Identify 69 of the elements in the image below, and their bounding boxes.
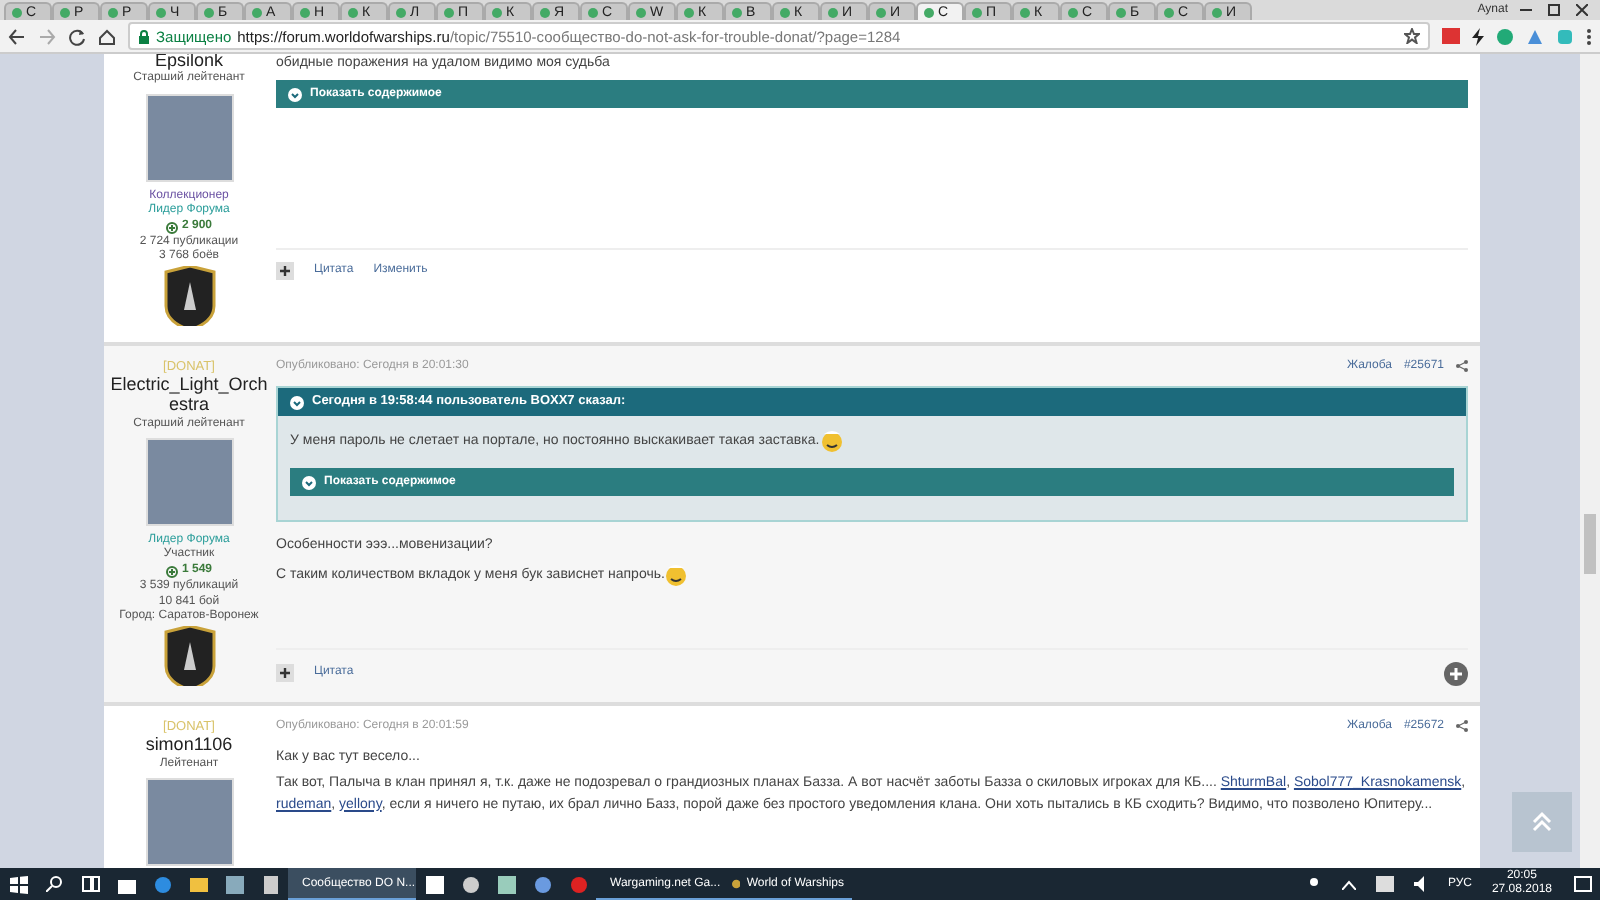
multiquote-button[interactable]: [276, 262, 294, 281]
favicon-icon: [1164, 7, 1174, 17]
username[interactable]: simon1106: [109, 736, 269, 757]
menu-icon[interactable]: [1586, 27, 1592, 45]
folder-icon[interactable]: [189, 876, 207, 892]
task-view-icon[interactable]: [81, 876, 99, 892]
favicon-icon: [924, 7, 934, 17]
avatar-placeholder: [145, 94, 233, 183]
favicon-icon: [60, 7, 70, 17]
home-icon[interactable]: [98, 27, 116, 45]
favicon-icon: [156, 7, 166, 17]
lock-icon: [138, 29, 150, 43]
favicon-icon: [684, 7, 694, 17]
app-icon: [732, 875, 741, 891]
share-icon[interactable]: [1456, 719, 1468, 732]
favicon-icon: [1020, 7, 1030, 17]
smiley-icon: [819, 428, 844, 453]
favicon-icon: [300, 7, 310, 17]
windows-start-icon[interactable]: [9, 875, 27, 893]
maximize-icon[interactable]: [1548, 4, 1560, 16]
shield-badge-icon: [163, 266, 215, 327]
favicon-icon: [12, 7, 22, 17]
chevron-up-icon: [1530, 810, 1554, 834]
favicon-icon: [780, 7, 790, 17]
favicon-icon: [636, 7, 646, 17]
favicon-icon: [876, 7, 886, 17]
favicon-icon: [828, 7, 838, 17]
close-icon[interactable]: [1576, 4, 1588, 16]
chevron-icon: [290, 395, 304, 410]
favicon-icon: [492, 7, 502, 17]
username[interactable]: Electric_Light_Orchestra: [109, 376, 269, 417]
chevron-icon: [302, 475, 316, 490]
share-icon[interactable]: [1456, 360, 1468, 373]
bolt-icon[interactable]: [1472, 27, 1484, 45]
favicon-icon: [972, 7, 982, 17]
notification-icon[interactable]: [1573, 875, 1591, 893]
app-icon[interactable]: [225, 875, 243, 893]
avatar-placeholder: [145, 438, 233, 527]
add-button[interactable]: [1444, 661, 1468, 686]
scrollbar-thumb[interactable]: [1584, 514, 1596, 574]
reload-icon[interactable]: [68, 27, 86, 45]
favicon-icon: [444, 7, 454, 17]
favicon-icon: [1068, 7, 1078, 17]
minimize-icon[interactable]: [1520, 4, 1532, 16]
smiley-icon: [664, 562, 689, 587]
back-icon[interactable]: [8, 27, 26, 45]
favicon-icon: [396, 7, 406, 17]
avatar-placeholder: [145, 778, 233, 867]
favicon-icon: [588, 7, 598, 17]
plus-circle-icon: [165, 565, 178, 578]
volume-icon[interactable]: [1413, 876, 1430, 892]
plus-circle-icon: [1444, 661, 1468, 686]
favicon-icon: [108, 7, 118, 17]
plus-circle-icon: [165, 221, 178, 234]
plus-icon: [280, 668, 290, 679]
star-icon[interactable]: [1404, 28, 1420, 44]
favicon-icon: [348, 7, 358, 17]
shield-badge-icon: [163, 625, 215, 686]
favicon-icon: [252, 7, 262, 17]
multiquote-button[interactable]: [276, 664, 294, 683]
favicon-icon: [732, 7, 742, 17]
favicon-icon: [1212, 7, 1222, 17]
plus-icon: [280, 266, 290, 277]
search-icon[interactable]: [46, 876, 62, 892]
favicon-icon: [204, 7, 214, 17]
chevron-up-icon[interactable]: [1342, 879, 1357, 889]
favicon-icon: [540, 7, 550, 17]
chevron-icon: [288, 87, 302, 102]
favicon-icon: [1116, 7, 1126, 17]
